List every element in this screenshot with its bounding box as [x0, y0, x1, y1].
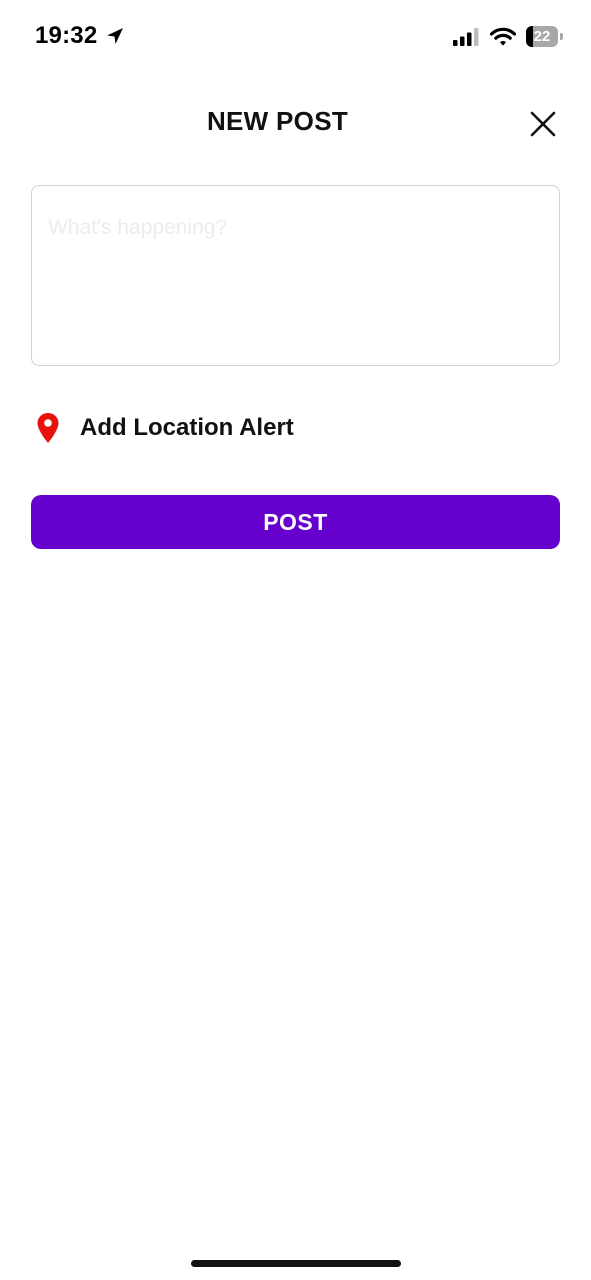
- status-bar: 19:32 22: [0, 0, 591, 76]
- map-pin-icon: [37, 413, 59, 443]
- battery-body: 22: [526, 26, 558, 47]
- status-time: 19:32: [35, 22, 98, 49]
- post-button[interactable]: POST: [31, 495, 560, 549]
- battery-nub: [560, 33, 563, 40]
- page-title: NEW POST: [206, 106, 349, 136]
- battery-percent: 22: [533, 28, 551, 45]
- close-button[interactable]: [523, 104, 563, 144]
- close-icon: [530, 111, 556, 137]
- location-alert-label: Add Location Alert: [80, 414, 294, 441]
- location-arrow-icon: [105, 26, 125, 46]
- home-indicator: [191, 1260, 401, 1267]
- wifi-icon: [490, 27, 516, 46]
- cellular-signal-icon: [453, 27, 479, 46]
- battery-icon: 22: [526, 26, 563, 47]
- status-indicators: 22: [452, 26, 563, 47]
- add-location-alert-button[interactable]: Add Location Alert: [36, 410, 294, 446]
- post-text-input[interactable]: [31, 185, 560, 366]
- status-time-group: 19:32: [35, 22, 125, 50]
